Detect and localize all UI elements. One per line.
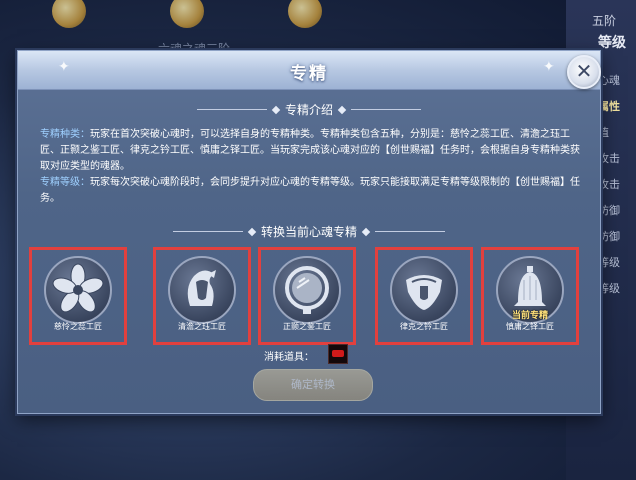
switch-heading: 转换当前心魂专精 <box>18 223 600 240</box>
consume-item-icon[interactable] <box>328 344 348 364</box>
kind-label: 专精种类： <box>40 129 90 140</box>
specialty-card-lvke[interactable]: 律克之钤工匠 <box>375 247 473 345</box>
level-label: 专精等级： <box>40 177 90 188</box>
flower-icon <box>52 263 104 313</box>
jade-mask-icon <box>187 270 216 306</box>
bg-coin-icon <box>288 0 322 28</box>
specialty-name: 清澹之珏工匠 <box>178 322 226 331</box>
dialog-titlebar: ✦ ✦ 专精 <box>18 51 600 90</box>
specialty-card-qingdan[interactable]: 清澹之珏工匠 <box>153 247 251 345</box>
specialty-name: 慈怜之蕊工匠 <box>54 322 102 331</box>
kind-text: 玩家在首次突破心魂时，可以选择自身的专精种类。专精种类包含五种，分别是：慈怜之蕊… <box>40 129 580 172</box>
dialog-title: 专精 <box>290 64 328 84</box>
confirm-convert-button[interactable]: 确定转换 <box>253 369 373 401</box>
close-button[interactable]: ✕ <box>567 55 601 89</box>
specialty-name: 慎庸之铎工匠 <box>506 322 554 331</box>
close-icon: ✕ <box>575 59 593 83</box>
seal-icon <box>406 275 442 310</box>
bg-coin-icon <box>52 0 86 28</box>
intro-text: 专精种类：玩家在首次突破心魂时，可以选择自身的专精种类。专精种类包含五种，分别是… <box>40 127 585 207</box>
current-specialty-badge: 当前专精 <box>511 311 548 321</box>
specialty-card-zhenghao[interactable]: 正颢之鉴工匠 <box>258 247 356 345</box>
specialty-name: 律克之钤工匠 <box>400 322 448 331</box>
consume-label: 消耗道具： <box>264 352 314 363</box>
mirror-icon <box>285 266 329 314</box>
specialty-card-shenyong[interactable]: 当前专精 慎庸之铎工匠 <box>481 247 579 345</box>
specialty-dialog: ✦ ✦ 专精 ✕ 专精介绍 专精种类：玩家在首次突破心魂时，可以选择自身的专精种… <box>17 50 601 414</box>
bg-tier-label: 五阶 <box>591 14 616 28</box>
bg-level-label: 等级 <box>598 35 626 51</box>
level-text: 玩家每次突破心魂阶段时，会同步提升对应心魂的专精等级。玩家只能接取满足专精等级限… <box>40 177 580 204</box>
bg-coin-icon <box>170 0 204 28</box>
specialty-card-cilian[interactable]: 慈怜之蕊工匠 <box>29 247 127 345</box>
specialty-name: 正颢之鉴工匠 <box>283 322 331 331</box>
intro-heading: 专精介绍 <box>18 101 600 118</box>
